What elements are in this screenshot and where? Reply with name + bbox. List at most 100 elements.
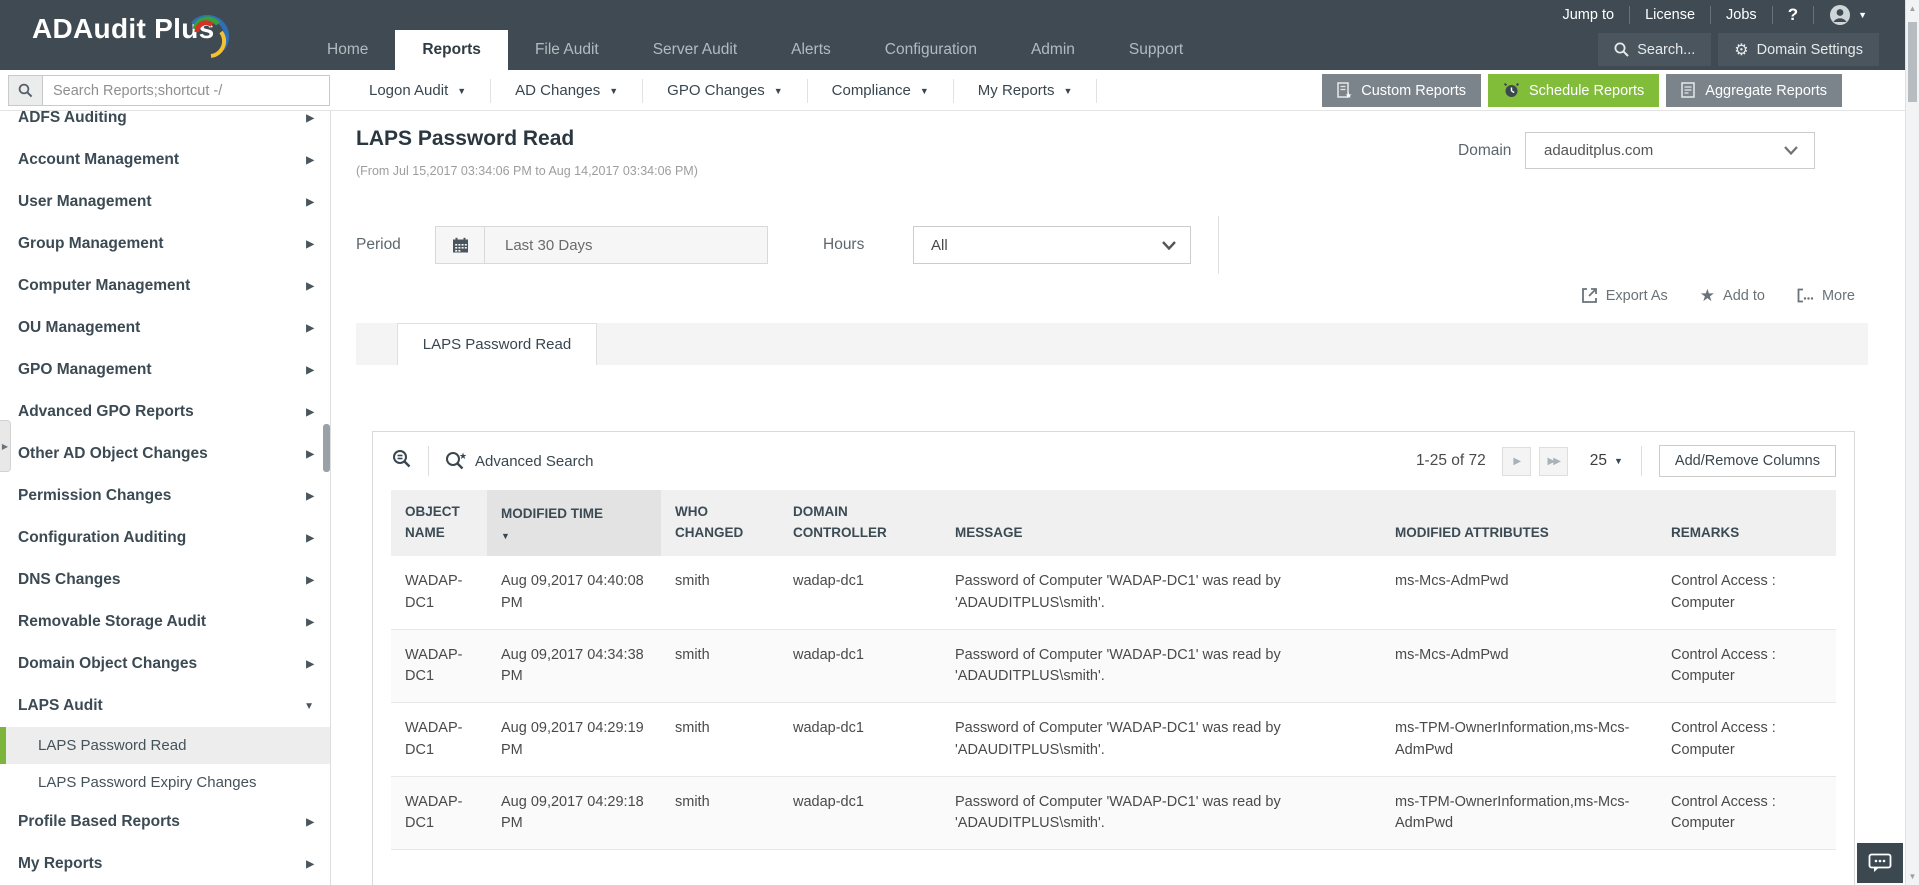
column-header-who-changed[interactable]: WHO CHANGED — [661, 490, 779, 556]
add-to-button[interactable]: ★ Add to — [1700, 287, 1765, 304]
schedule-reports-button[interactable]: Schedule Reports — [1488, 74, 1659, 107]
chat-icon — [1868, 853, 1892, 873]
advanced-search-button[interactable]: ★ Advanced Search — [444, 451, 593, 471]
cell-object-name: WADAP-DC1 — [391, 703, 487, 777]
sidebar-item-my-reports[interactable]: My Reports▶ — [0, 843, 330, 885]
sidebar-item-advanced-gpo-reports[interactable]: Advanced GPO Reports▶ — [0, 391, 330, 433]
nav-server-audit[interactable]: Server Audit — [626, 30, 764, 70]
help-link[interactable]: ? — [1773, 6, 1814, 24]
column-header-modified-attributes[interactable]: MODIFIED ATTRIBUTES — [1381, 490, 1657, 556]
sidebar-subitem-laps-password-read[interactable]: LAPS Password Read — [0, 727, 330, 764]
domain-label: Domain — [1458, 132, 1511, 169]
page-size-dropdown[interactable]: 25 ▼ — [1590, 452, 1623, 470]
global-search-button[interactable]: Search... — [1598, 33, 1711, 66]
app-logo: ADAudit Plus — [32, 13, 214, 45]
column-header-remarks[interactable]: REMARKS — [1657, 490, 1836, 556]
chevron-right-icon: ▶ — [306, 449, 314, 460]
custom-reports-button[interactable]: ★ Custom Reports — [1322, 74, 1481, 107]
scroll-down-icon[interactable]: ▼ — [1906, 872, 1919, 881]
chevron-down-icon: ▼ — [1614, 456, 1623, 466]
chevron-right-icon: ▶ — [306, 239, 314, 250]
menu-compliance[interactable]: Compliance▼ — [807, 79, 953, 103]
sidebar-item-account-management[interactable]: Account Management▶ — [0, 139, 330, 181]
sidebar-item-group-management[interactable]: Group Management▶ — [0, 223, 330, 265]
toolbar-buttons: ★ Custom Reports Schedule Reports Aggreg… — [1322, 74, 1842, 107]
column-header-domain-controller[interactable]: DOMAIN CONTROLLER — [779, 490, 941, 556]
cell-remarks: Control Access : Computer — [1657, 776, 1836, 850]
report-search-input[interactable] — [43, 76, 329, 105]
menu-logon-audit[interactable]: Logon Audit▼ — [345, 79, 490, 103]
scroll-up-icon[interactable]: ▲ — [1906, 4, 1919, 13]
chevron-down-icon: ▼ — [609, 86, 618, 96]
sidebar-subitem-laps-password-expiry-changes[interactable]: LAPS Password Expiry Changes — [0, 764, 330, 801]
cell-modified-attributes: ms-Mcs-AdmPwd — [1381, 629, 1657, 703]
page-size-value: 25 — [1590, 452, 1607, 470]
export-icon — [1581, 287, 1598, 304]
sidebar-item-adfs-auditing[interactable]: ADFS Auditing▶ — [0, 111, 330, 139]
sidebar-item-permission-changes[interactable]: Permission Changes▶ — [0, 475, 330, 517]
user-menu[interactable]: ▼ — [1814, 4, 1871, 26]
column-search-toggle-icon[interactable] — [391, 449, 413, 474]
chevron-right-icon: ▶ — [306, 407, 314, 418]
cell-who-changed: smith — [661, 703, 779, 777]
table-row[interactable]: WADAP-DC1 Aug 09,2017 04:34:38 PM smith … — [391, 629, 1836, 703]
sidebar-item-user-management[interactable]: User Management▶ — [0, 181, 330, 223]
last-page-button[interactable]: ▶▶ — [1539, 447, 1568, 476]
sidebar-scrollbar-thumb[interactable] — [323, 424, 330, 472]
nav-support[interactable]: Support — [1102, 30, 1210, 70]
menu-my-reports[interactable]: My Reports▼ — [953, 79, 1097, 103]
chevron-right-icon: ▶ — [306, 281, 314, 292]
domain-select[interactable]: adauditplus.com — [1525, 132, 1815, 169]
sidebar-item-gpo-management[interactable]: GPO Management▶ — [0, 349, 330, 391]
nav-reports[interactable]: Reports — [395, 30, 508, 70]
sidebar-item-configuration-auditing[interactable]: Configuration Auditing▶ — [0, 517, 330, 559]
table-row[interactable]: WADAP-DC1 Aug 09,2017 04:29:18 PM smith … — [391, 776, 1836, 850]
nav-configuration[interactable]: Configuration — [858, 30, 1004, 70]
more-button[interactable]: More — [1797, 288, 1855, 304]
period-picker[interactable]: Last 30 Days — [435, 226, 768, 264]
cell-object-name: WADAP-DC1 — [391, 556, 487, 629]
sidebar-item-removable-storage-audit[interactable]: Removable Storage Audit▶ — [0, 601, 330, 643]
jobs-link[interactable]: Jobs — [1711, 6, 1773, 24]
pagination-controls: 1-25 of 72 ▶ ▶▶ 25 ▼ Add/Remove Columns — [1416, 445, 1836, 477]
scrollbar-thumb[interactable] — [1908, 22, 1917, 102]
add-remove-columns-button[interactable]: Add/Remove Columns — [1659, 445, 1836, 477]
menu-gpo-changes[interactable]: GPO Changes▼ — [642, 79, 806, 103]
jump-to-link[interactable]: Jump to — [1547, 6, 1630, 24]
sidebar-item-computer-management[interactable]: Computer Management▶ — [0, 265, 330, 307]
license-link[interactable]: License — [1630, 6, 1711, 24]
export-as-button[interactable]: Export As — [1581, 287, 1668, 304]
hours-select[interactable]: All — [913, 226, 1191, 264]
menu-ad-changes[interactable]: AD Changes▼ — [490, 79, 642, 103]
nav-admin[interactable]: Admin — [1004, 30, 1102, 70]
page-scrollbar[interactable]: ▲ ▼ — [1905, 0, 1919, 885]
column-header-message[interactable]: MESSAGE — [941, 490, 1381, 556]
sidebar-collapse-handle[interactable]: ▶ — [0, 420, 11, 472]
next-page-button[interactable]: ▶ — [1502, 447, 1531, 476]
cell-modified-time: Aug 09,2017 04:34:38 PM — [487, 629, 661, 703]
period-label: Period — [356, 226, 401, 264]
sidebar-item-laps-audit[interactable]: LAPS Audit▼ — [0, 685, 330, 727]
column-header-modified-time[interactable]: MODIFIED TIME▼ — [487, 490, 661, 556]
nav-file-audit[interactable]: File Audit — [508, 30, 626, 70]
report-search-box[interactable] — [8, 75, 330, 106]
nav-home[interactable]: Home — [300, 30, 395, 70]
domain-settings-label: Domain Settings — [1757, 42, 1863, 58]
tab-laps-password-read[interactable]: LAPS Password Read — [397, 323, 597, 365]
nav-alerts[interactable]: Alerts — [764, 30, 858, 70]
sidebar-item-profile-based-reports[interactable]: Profile Based Reports▶ — [0, 801, 330, 843]
column-header-object-name[interactable]: OBJECT NAME — [391, 490, 487, 556]
aggregate-reports-button[interactable]: Aggregate Reports — [1666, 74, 1842, 107]
period-value: Last 30 Days — [485, 237, 593, 254]
table-row[interactable]: WADAP-DC1 Aug 09,2017 04:29:19 PM smith … — [391, 703, 1836, 777]
divider — [428, 446, 429, 476]
chevron-down-icon: ▼ — [1063, 86, 1072, 96]
sidebar-item-domain-object-changes[interactable]: Domain Object Changes▶ — [0, 643, 330, 685]
sidebar-item-other-ad-object-changes[interactable]: Other AD Object Changes▶ — [0, 433, 330, 475]
table-row[interactable]: WADAP-DC1 Aug 09,2017 04:40:08 PM smith … — [391, 556, 1836, 629]
feedback-chat-button[interactable] — [1857, 843, 1903, 883]
sidebar-item-dns-changes[interactable]: DNS Changes▶ — [0, 559, 330, 601]
sidebar-list: ADFS Auditing▶ Account Management▶ User … — [0, 111, 330, 885]
sidebar-item-ou-management[interactable]: OU Management▶ — [0, 307, 330, 349]
domain-settings-button[interactable]: ⚙ Domain Settings — [1718, 33, 1879, 66]
